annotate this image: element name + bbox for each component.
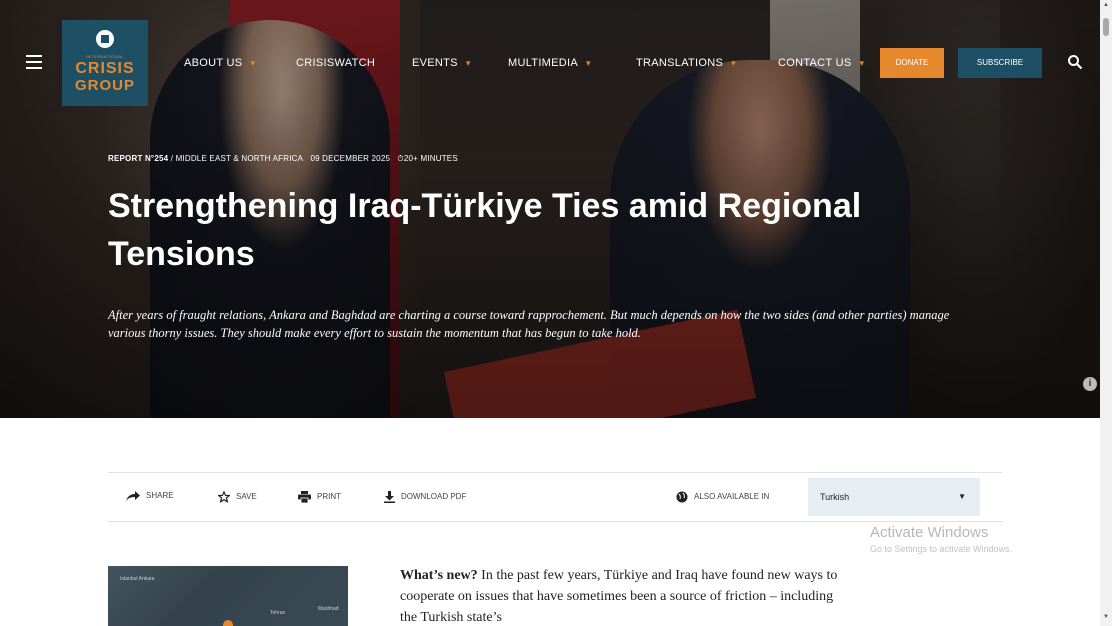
scroll-thumb[interactable] <box>1103 18 1109 36</box>
subscribe-button[interactable]: SUBSCRIBE <box>958 48 1042 78</box>
search-icon[interactable] <box>1067 54 1083 70</box>
save-button[interactable]: SAVE <box>217 490 257 504</box>
scroll-down-icon[interactable]: ▼ <box>1103 614 1109 620</box>
nav-item-crisiswatch[interactable]: CRISISWATCH <box>296 57 375 69</box>
publish-date: 09 DECEMBER 2025 <box>310 154 391 163</box>
scrollbar[interactable]: ▲ ▼ <box>1100 0 1112 626</box>
logo-mark-icon <box>96 30 114 48</box>
region-map[interactable]: Istanbul Ankara Tehran Mashhad <box>108 566 348 626</box>
donate-button[interactable]: DONATE <box>880 48 944 78</box>
globe-icon <box>676 491 688 503</box>
download-icon <box>384 491 395 503</box>
article-body: What’s new? In the past few years, Türki… <box>400 565 840 626</box>
chevron-down-icon: ▾ <box>586 58 591 68</box>
region-link[interactable]: / MIDDLE EAST & NORTH AFRICA <box>168 154 303 163</box>
chevron-down-icon: ▾ <box>731 58 736 68</box>
nav-item-contact-us[interactable]: CONTACT US ▾ <box>778 57 864 69</box>
map-pin-icon <box>223 620 233 626</box>
menu-icon[interactable] <box>26 55 42 69</box>
info-icon[interactable]: i <box>1083 377 1097 391</box>
share-button[interactable]: SHARE <box>126 491 174 501</box>
star-icon <box>217 490 231 504</box>
article-toolbar: SHARE SAVE PRINT DOWNLOAD PDF ALSO AVAIL… <box>108 472 1003 522</box>
article-title: Strengthening Iraq-Türkiye Ties amid Reg… <box>108 187 862 273</box>
crisis-group-logo[interactable]: INTERNATIONAL CRISIS GROUP <box>62 20 148 106</box>
scroll-up-icon[interactable]: ▲ <box>1103 2 1109 8</box>
nav-item-translations[interactable]: TRANSLATIONS ▾ <box>636 57 736 69</box>
share-icon <box>126 491 140 501</box>
article-meta: REPORT N°254 / MIDDLE EAST & NORTH AFRIC… <box>108 154 458 164</box>
windows-activation-title: Activate Windows <box>870 524 989 541</box>
language-select[interactable]: Turkish ▼ <box>808 478 980 516</box>
read-time: ⏱20+ MINUTES <box>397 154 458 163</box>
article-summary: After years of fraught relations, Ankara… <box>108 308 950 340</box>
whats-new-heading: What’s new? <box>400 568 478 583</box>
page: INTERNATIONAL CRISIS GROUP ABOUT US ▾ CRIS… <box>0 0 1112 626</box>
print-button[interactable]: PRINT <box>298 491 341 504</box>
nav-item-about-us[interactable]: ABOUT US ▾ <box>184 57 255 69</box>
nav-item-multimedia[interactable]: MULTIMEDIA ▾ <box>508 57 591 69</box>
nav-item-events[interactable]: EVENTS ▾ <box>412 57 471 69</box>
chevron-down-icon: ▾ <box>859 58 865 68</box>
chevron-down-icon: ▾ <box>250 58 256 68</box>
print-icon <box>298 491 311 504</box>
chevron-down-icon: ▼ <box>958 492 966 501</box>
hero-image: INTERNATIONAL CRISIS GROUP ABOUT US ▾ CRIS… <box>0 0 1100 418</box>
also-available-label: ALSO AVAILABLE IN <box>676 491 769 503</box>
chevron-down-icon: ▾ <box>465 58 471 68</box>
download-pdf-button[interactable]: DOWNLOAD PDF <box>384 491 466 503</box>
windows-activation-hint: Go to Settings to activate Windows. <box>870 544 1013 554</box>
top-nav: INTERNATIONAL CRISIS GROUP ABOUT US ▾ CRIS… <box>0 20 1100 110</box>
report-number[interactable]: REPORT N°254 <box>108 154 168 163</box>
